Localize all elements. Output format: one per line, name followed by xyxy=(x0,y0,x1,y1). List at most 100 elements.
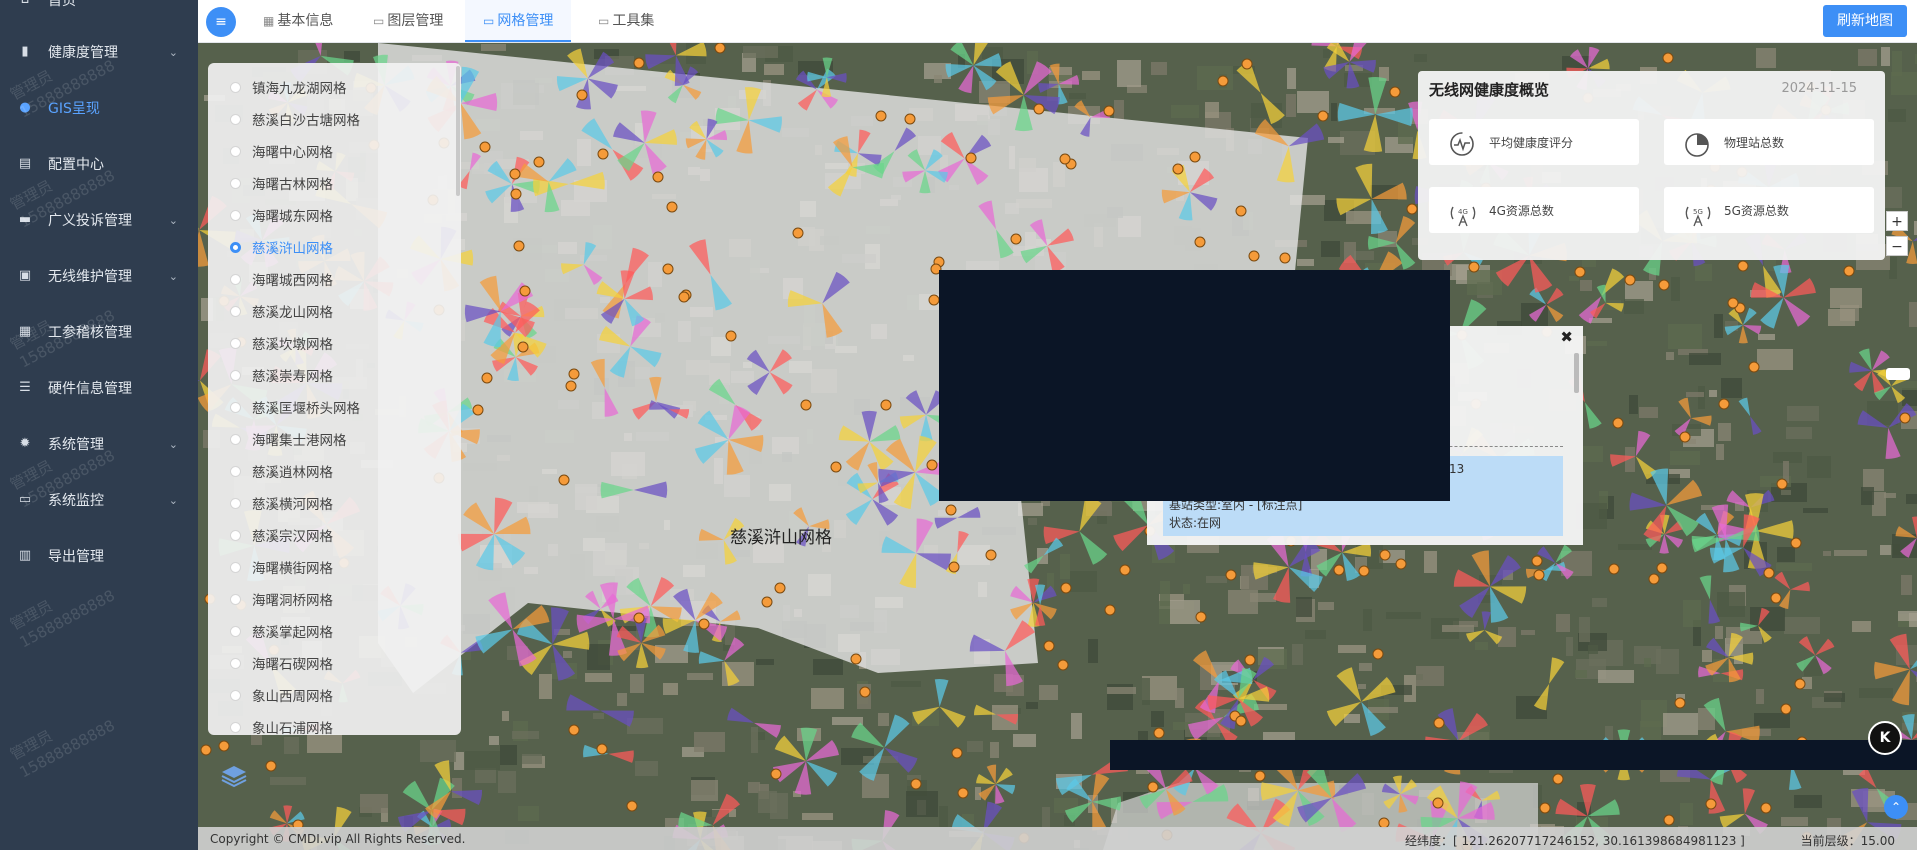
grid-item-label: 海曙石碶网格 xyxy=(252,657,333,673)
watermark-user: 管理员 xyxy=(7,726,56,764)
grid-list-item[interactable]: 慈溪坎墩网格 xyxy=(208,327,453,359)
grid-item-label: 慈溪坎墩网格 xyxy=(252,337,333,353)
k-floating-button[interactable]: K xyxy=(1868,721,1902,755)
grid-list-item[interactable]: 象山石浦网格 xyxy=(208,711,453,735)
grid-table-icon: ▦ xyxy=(18,324,32,339)
grid-list-item[interactable]: 慈溪掌起网格 xyxy=(208,615,453,647)
chevron-down-icon[interactable]: ⌄ xyxy=(169,46,178,59)
health-title: 无线网健康度概览 xyxy=(1429,81,1550,99)
grid-list-item[interactable]: 海曙横街网格 xyxy=(208,551,453,583)
popup-scrollbar[interactable] xyxy=(1574,353,1579,393)
radio-button[interactable] xyxy=(230,273,241,285)
back-to-top-button[interactable]: ⌃ xyxy=(1884,795,1908,819)
sidebar-item-8[interactable]: ✹ 系统管理 ⌄ xyxy=(0,416,198,472)
sidebar-item-5[interactable]: ▣ 无线维护管理 ⌄ xyxy=(0,248,198,304)
grid-list-item[interactable]: 海曙石碶网格 xyxy=(208,647,453,679)
radio-button[interactable] xyxy=(230,529,241,541)
grid-item-label: 象山石浦网格 xyxy=(252,721,333,735)
radio-button[interactable] xyxy=(230,177,241,189)
radio-button[interactable] xyxy=(230,81,241,93)
4g-resource-total-card[interactable]: 4G 4G资源总数 xyxy=(1429,187,1639,233)
radio-button[interactable] xyxy=(230,401,241,413)
sidebar-item-label: 硬件信息管理 xyxy=(48,381,132,397)
grid-item-label: 海曙城西网格 xyxy=(252,273,333,289)
grid-list-item[interactable]: 海曙集士港网格 xyxy=(208,423,453,455)
map-side-toggle[interactable] xyxy=(1886,368,1910,380)
grid-list-item[interactable]: 慈溪逍林网格 xyxy=(208,455,453,487)
zoom-in-button[interactable]: + xyxy=(1886,211,1908,231)
grid-list-item[interactable]: 慈溪宗汉网格 xyxy=(208,519,453,551)
radio-button[interactable] xyxy=(230,497,241,509)
radio-button[interactable] xyxy=(230,657,241,669)
grid-list-item[interactable]: 慈溪匡堰桥头网格 xyxy=(208,391,453,423)
grid-list-item[interactable]: 慈溪崇寿网格 xyxy=(208,359,453,391)
bar-chart-icon: ▮ xyxy=(21,44,29,59)
avg-health-score-card[interactable]: 平均健康度评分 xyxy=(1429,119,1639,165)
chevron-down-icon[interactable]: ⌄ xyxy=(169,214,178,227)
sidebar-item-label: 广义投诉管理 xyxy=(48,213,132,229)
grid-item-label: 慈溪浒山网格 xyxy=(252,241,333,257)
grid-list-item[interactable]: 海曙城东网格 xyxy=(208,199,453,231)
refresh-map-button[interactable]: 刷新地图 xyxy=(1823,5,1907,37)
radio-button[interactable] xyxy=(230,625,241,637)
chevron-down-icon[interactable]: ⌄ xyxy=(169,438,178,451)
gear-icon: ✹ xyxy=(19,436,31,451)
radio-button[interactable] xyxy=(230,145,241,157)
sidebar-item-3[interactable]: ▤ 配置中心 xyxy=(0,136,198,192)
5g-resource-total-card[interactable]: 5G 5G资源总数 xyxy=(1664,187,1874,233)
pulse-icon xyxy=(1449,131,1475,157)
close-icon[interactable]: ✖ xyxy=(1560,328,1573,346)
tab-layer-management[interactable]: ▭ 图层管理 xyxy=(355,0,461,42)
grid-item-label: 海曙横街网格 xyxy=(252,561,333,577)
pie-icon xyxy=(1684,131,1710,157)
home-icon: ⌂ xyxy=(17,0,33,8)
grid-list-item[interactable]: 慈溪横河网格 xyxy=(208,487,453,519)
sidebar: ⌂ 首页 ▮ 健康度管理 ⌄ ● GIS呈现 ▤ 配置中心 ▬ 广义投诉管理 ⌄ ▣ 无线维护管理 ⌄ ▦ 工参… xyxy=(0,0,198,850)
menu-toggle-button[interactable]: ≡ xyxy=(206,7,236,37)
grid-list-item[interactable]: 镇海九龙湖网格 xyxy=(208,71,453,103)
monitor-icon: ▭ xyxy=(18,492,32,507)
zoom-out-button[interactable]: − xyxy=(1886,236,1908,256)
sidebar-item-2[interactable]: ● GIS呈现 xyxy=(0,80,198,136)
hamburger-icon: ≡ xyxy=(215,14,227,30)
grid-list-scrollbar[interactable] xyxy=(456,66,460,196)
grid-list-item[interactable]: 海曙中心网格 xyxy=(208,135,453,167)
radio-button[interactable] xyxy=(230,337,241,349)
sidebar-item-1[interactable]: ▮ 健康度管理 ⌄ xyxy=(0,24,198,80)
radio-button[interactable] xyxy=(230,593,241,605)
tab-grid-management[interactable]: ▭ 网格管理 xyxy=(465,0,572,42)
grid-list-item[interactable]: 海曙古林网格 xyxy=(208,167,453,199)
chevron-down-icon[interactable]: ⌄ xyxy=(169,494,178,507)
radio-button[interactable] xyxy=(230,113,241,125)
radio-button[interactable] xyxy=(230,689,241,701)
sidebar-item-10[interactable]: ▥ 导出管理 xyxy=(0,528,198,584)
radio-button[interactable] xyxy=(230,561,241,573)
radio-button[interactable] xyxy=(230,241,241,253)
layers-icon[interactable] xyxy=(220,764,248,788)
grid-item-label: 海曙城东网格 xyxy=(252,209,333,225)
radio-button[interactable] xyxy=(230,433,241,445)
grid-icon: ▦ xyxy=(263,14,275,28)
grid-item-label: 慈溪掌起网格 xyxy=(252,625,333,641)
chevron-down-icon[interactable]: ⌄ xyxy=(169,270,178,283)
tab-basic-info[interactable]: ▦ 基本信息 xyxy=(245,0,351,42)
folder-icon: ▭ xyxy=(483,14,495,28)
physical-site-total-card[interactable]: 物理站总数 xyxy=(1664,119,1874,165)
grid-list-item[interactable]: 慈溪浒山网格 xyxy=(208,231,453,263)
sidebar-item-label: 健康度管理 xyxy=(48,45,118,61)
sidebar-item-7[interactable]: ☰ 硬件信息管理 xyxy=(0,360,198,416)
grid-list-item[interactable]: 海曙洞桥网格 xyxy=(208,583,453,615)
grid-list-item[interactable]: 象山西周网格 xyxy=(208,679,453,711)
radio-button[interactable] xyxy=(230,465,241,477)
tab-toolset[interactable]: ▭ 工具集 xyxy=(580,0,672,42)
sidebar-item-6[interactable]: ▦ 工参稽核管理 xyxy=(0,304,198,360)
radio-button[interactable] xyxy=(230,721,241,733)
radio-button[interactable] xyxy=(230,209,241,221)
radio-button[interactable] xyxy=(230,305,241,317)
sidebar-item-9[interactable]: ▭ 系统监控 ⌄ xyxy=(0,472,198,528)
radio-button[interactable] xyxy=(230,369,241,381)
grid-list-item[interactable]: 慈溪白沙古塘网格 xyxy=(208,103,453,135)
grid-list-item[interactable]: 慈溪龙山网格 xyxy=(208,295,453,327)
grid-list-item[interactable]: 海曙城西网格 xyxy=(208,263,453,295)
sidebar-item-4[interactable]: ▬ 广义投诉管理 ⌄ xyxy=(0,192,198,248)
